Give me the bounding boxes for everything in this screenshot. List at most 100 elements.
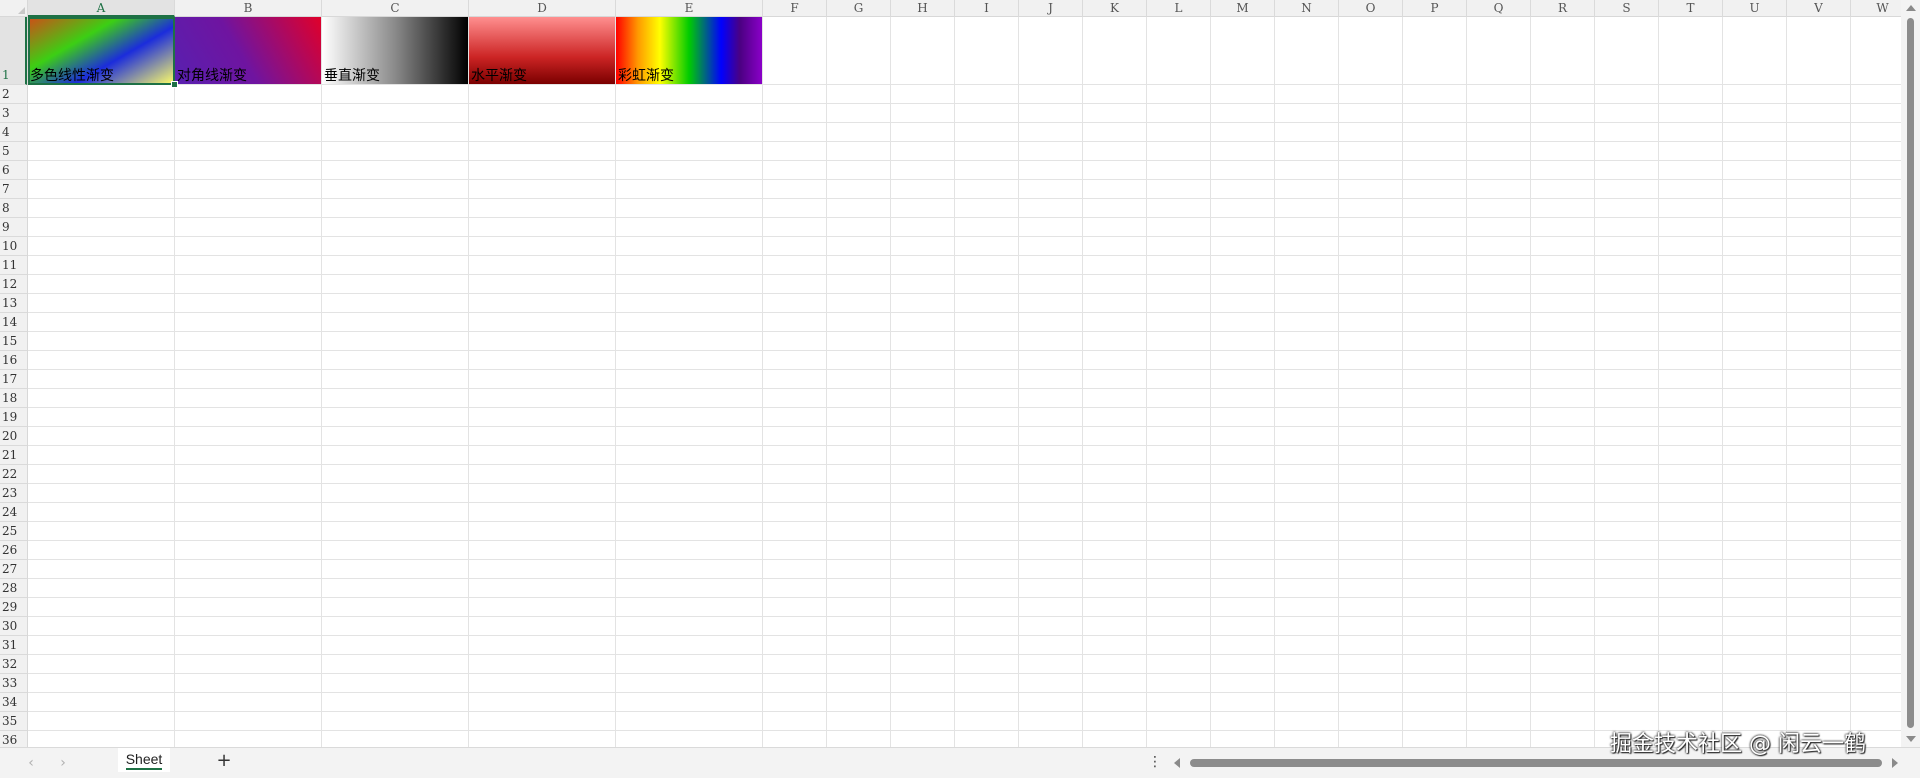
- prev-sheet-icon[interactable]: ‹: [24, 756, 38, 770]
- fill-handle[interactable]: [171, 81, 178, 88]
- scroll-right-icon[interactable]: [1892, 758, 1898, 768]
- grid-column-line: [174, 17, 175, 747]
- row-header-18[interactable]: 18: [0, 389, 27, 408]
- row-header-11[interactable]: 11: [0, 256, 27, 275]
- row-header-30[interactable]: 30: [0, 617, 27, 636]
- row-header-20[interactable]: 20: [0, 427, 27, 446]
- row-header-3[interactable]: 3: [0, 104, 27, 123]
- scroll-down-icon[interactable]: [1906, 736, 1916, 742]
- scroll-up-icon[interactable]: [1906, 5, 1916, 11]
- column-header-n[interactable]: N: [1275, 0, 1339, 17]
- column-header-k[interactable]: K: [1083, 0, 1147, 17]
- row-header-34[interactable]: 34: [0, 693, 27, 712]
- grid-column-line: [468, 17, 469, 747]
- grid-column-line: [1658, 17, 1659, 747]
- column-header-m[interactable]: M: [1211, 0, 1275, 17]
- sheet-tab[interactable]: Sheet: [118, 748, 170, 772]
- row-header-26[interactable]: 26: [0, 541, 27, 560]
- row-header-24[interactable]: 24: [0, 503, 27, 522]
- scroll-left-icon[interactable]: [1174, 758, 1180, 768]
- vertical-scrollbar[interactable]: [1901, 0, 1920, 747]
- column-header-o[interactable]: O: [1339, 0, 1403, 17]
- horizontal-scrollbar[interactable]: [1172, 755, 1900, 771]
- column-header-u[interactable]: U: [1723, 0, 1787, 17]
- row-header-8[interactable]: 8: [0, 199, 27, 218]
- row-header-27[interactable]: 27: [0, 560, 27, 579]
- row-header-35[interactable]: 35: [0, 712, 27, 731]
- cell-b1[interactable]: 对角线渐变: [175, 17, 321, 84]
- row-header-1[interactable]: 1: [0, 17, 27, 85]
- column-header-e[interactable]: E: [616, 0, 763, 17]
- grid-column-line: [1018, 17, 1019, 747]
- horizontal-scroll-thumb[interactable]: [1190, 759, 1882, 767]
- next-sheet-icon[interactable]: ›: [56, 756, 70, 770]
- row-header-19[interactable]: 19: [0, 408, 27, 427]
- row-header-10[interactable]: 10: [0, 237, 27, 256]
- row-header-12[interactable]: 12: [0, 275, 27, 294]
- cell-e1[interactable]: 彩虹渐变: [616, 17, 762, 84]
- column-header-f[interactable]: F: [763, 0, 827, 17]
- cell-c1[interactable]: 垂直渐变: [322, 17, 468, 84]
- row-header-7[interactable]: 7: [0, 180, 27, 199]
- column-header-d[interactable]: D: [469, 0, 616, 17]
- row-header-17[interactable]: 17: [0, 370, 27, 389]
- row-header-31[interactable]: 31: [0, 636, 27, 655]
- grid-row-line: [28, 464, 1901, 465]
- grid-row-line: [28, 255, 1901, 256]
- row-header-13[interactable]: 13: [0, 294, 27, 313]
- grid-row-line: [28, 160, 1901, 161]
- column-header-l[interactable]: L: [1147, 0, 1211, 17]
- grid-column-line: [1210, 17, 1211, 747]
- row-header-33[interactable]: 33: [0, 674, 27, 693]
- column-header-i[interactable]: I: [955, 0, 1019, 17]
- spreadsheet-grid[interactable]: ABCDEFGHIJKLMNOPQRSTUVW 1 2 3 4 5 6 7 8 9 10 11 12 1…: [0, 0, 1901, 747]
- cell-text: 水平渐变: [471, 68, 527, 84]
- column-header-b[interactable]: B: [175, 0, 322, 17]
- column-header-r[interactable]: R: [1531, 0, 1595, 17]
- row-header-14[interactable]: 14: [0, 313, 27, 332]
- grid-column-line: [321, 17, 322, 747]
- cell-area[interactable]: 多色线性渐变 对角线渐变 垂直渐变 水平渐变 彩虹渐变: [28, 17, 1901, 747]
- row-header-29[interactable]: 29: [0, 598, 27, 617]
- grid-column-line: [1466, 17, 1467, 747]
- grid-column-line: [1082, 17, 1083, 747]
- column-header-j[interactable]: J: [1019, 0, 1083, 17]
- column-header-p[interactable]: P: [1403, 0, 1467, 17]
- row-header-22[interactable]: 22: [0, 465, 27, 484]
- row-header-4[interactable]: 4: [0, 123, 27, 142]
- row-header-bar: 1 2 3 4 5 6 7 8 9 10 11 12 13 14 15 16 17 18 19 20 21 22 23 24 2…: [0, 17, 28, 747]
- grid-row-line: [28, 635, 1901, 636]
- select-all-corner[interactable]: [0, 0, 28, 17]
- row-header-6[interactable]: 6: [0, 161, 27, 180]
- column-header-t[interactable]: T: [1659, 0, 1723, 17]
- vertical-scroll-thumb[interactable]: [1907, 18, 1914, 728]
- row-header-28[interactable]: 28: [0, 579, 27, 598]
- row-header-36[interactable]: 36: [0, 731, 27, 747]
- column-header-a[interactable]: A: [28, 0, 175, 17]
- column-header-c[interactable]: C: [322, 0, 469, 17]
- column-header-g[interactable]: G: [827, 0, 891, 17]
- row-header-15[interactable]: 15: [0, 332, 27, 351]
- row-header-5[interactable]: 5: [0, 142, 27, 161]
- row-header-2[interactable]: 2: [0, 85, 27, 104]
- row-header-25[interactable]: 25: [0, 522, 27, 541]
- grid-row-line: [28, 236, 1901, 237]
- row-header-16[interactable]: 16: [0, 351, 27, 370]
- grid-row-line: [28, 179, 1901, 180]
- grid-row-line: [28, 559, 1901, 560]
- more-options-icon[interactable]: ⋮: [1148, 754, 1162, 770]
- column-header-w[interactable]: W: [1851, 0, 1901, 17]
- row-header-9[interactable]: 9: [0, 218, 27, 237]
- row-header-21[interactable]: 21: [0, 446, 27, 465]
- add-sheet-button[interactable]: +: [216, 752, 232, 770]
- row-header-23[interactable]: 23: [0, 484, 27, 503]
- row-header-32[interactable]: 32: [0, 655, 27, 674]
- grid-row-line: [28, 445, 1901, 446]
- cell-a1[interactable]: 多色线性渐变: [28, 17, 174, 84]
- column-header-v[interactable]: V: [1787, 0, 1851, 17]
- grid-column-line: [1722, 17, 1723, 747]
- column-header-h[interactable]: H: [891, 0, 955, 17]
- cell-d1[interactable]: 水平渐变: [469, 17, 615, 84]
- column-header-q[interactable]: Q: [1467, 0, 1531, 17]
- column-header-s[interactable]: S: [1595, 0, 1659, 17]
